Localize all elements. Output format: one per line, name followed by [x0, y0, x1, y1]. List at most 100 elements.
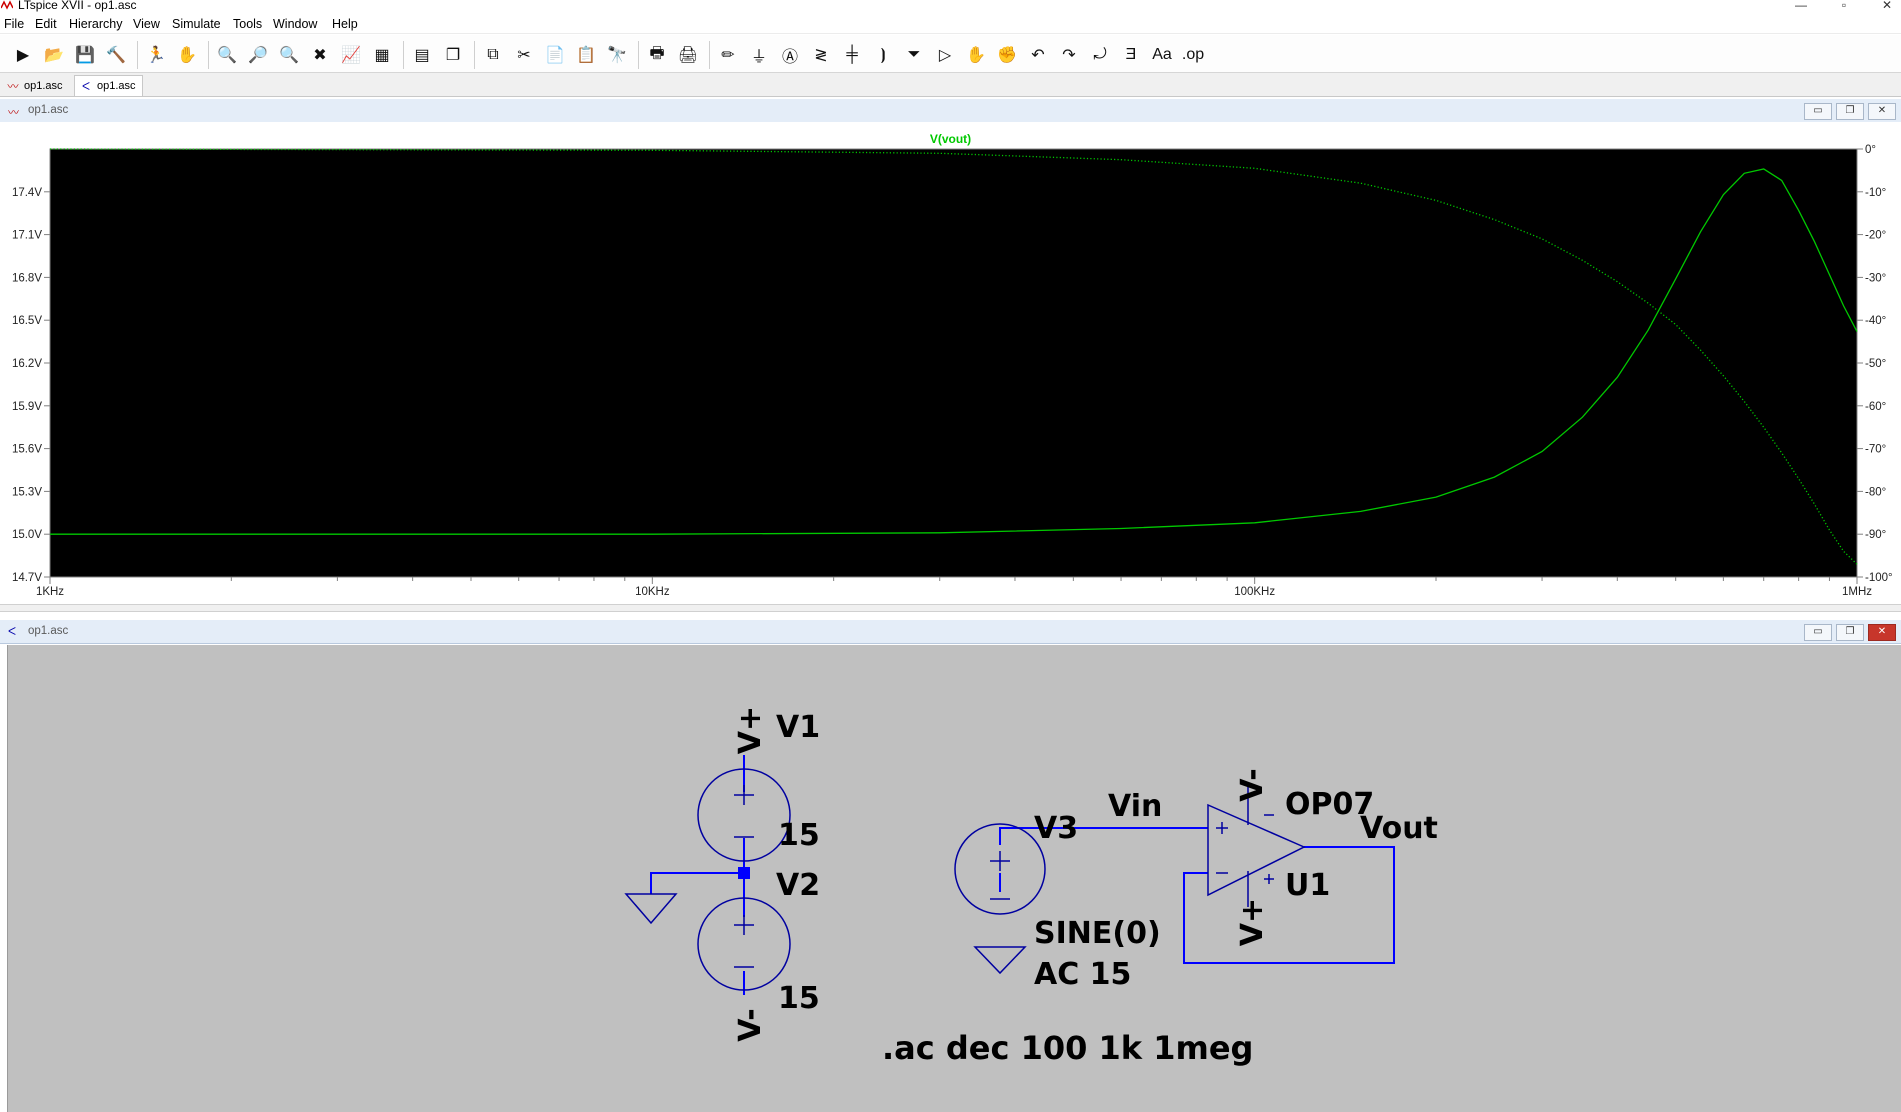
label-net-icon[interactable]: Ⓐ: [777, 42, 803, 68]
tab-schematic[interactable]: ᐸ op1.asc: [74, 75, 143, 96]
ground-icon[interactable]: [624, 893, 678, 925]
schematic-close-button[interactable]: ✕: [1868, 624, 1896, 641]
pane-splitter[interactable]: [0, 604, 1901, 612]
toolbar-separator: [474, 41, 475, 69]
opamp-vminus-label: V-: [1235, 768, 1270, 802]
cut-icon[interactable]: ✂: [511, 42, 537, 68]
y2-tick-label: -20°: [1865, 230, 1886, 242]
zoom-out-icon[interactable]: 🔍: [276, 42, 302, 68]
spice-directive-icon[interactable]: .op: [1180, 42, 1206, 68]
manual-limits-icon[interactable]: ▦: [369, 42, 395, 68]
menu-view[interactable]: View: [133, 17, 160, 31]
spice-directive-text[interactable]: .ac dec 100 1k 1meg: [882, 1029, 1253, 1067]
cascade-icon[interactable]: ❐: [440, 42, 466, 68]
v1-value-label: 15: [778, 818, 820, 853]
text-icon[interactable]: Aa: [1149, 42, 1175, 68]
zoom-in-icon[interactable]: 🔍: [214, 42, 240, 68]
undo-icon[interactable]: ↶: [1025, 42, 1051, 68]
schematic-canvas[interactable]: V+ V1 15 V2 15 V- V3 SINE(0) AC 15 Vin O…: [7, 645, 1901, 1112]
copy-icon[interactable]: 📄: [542, 42, 568, 68]
move-icon[interactable]: ✋: [963, 42, 989, 68]
menu-window[interactable]: Window: [273, 17, 317, 31]
halt-icon[interactable]: 🏃: [143, 42, 169, 68]
v1-plus-label: V+: [733, 706, 768, 754]
wire[interactable]: [650, 872, 744, 894]
menu-help[interactable]: Help: [332, 17, 358, 31]
rotate-icon[interactable]: ⤾: [1087, 42, 1113, 68]
y2-tick-label: -100°: [1865, 572, 1893, 584]
control-panel-icon[interactable]: 🔨: [103, 42, 129, 68]
toolbar-separator: [208, 41, 209, 69]
schematic-drawing[interactable]: V+ V1 15 V2 15 V- V3 SINE(0) AC 15 Vin O…: [8, 645, 1901, 1112]
pan-icon[interactable]: ✋: [174, 42, 200, 68]
menu-hierarchy[interactable]: Hierarchy: [69, 17, 123, 31]
wire[interactable]: [1183, 846, 1395, 964]
wire-icon[interactable]: ✏: [715, 42, 741, 68]
plot-restore-button[interactable]: ❐: [1836, 103, 1864, 120]
tab-waveform[interactable]: 〰 op1.asc: [2, 75, 69, 96]
trace-title[interactable]: V(vout): [930, 132, 971, 146]
close-all-icon[interactable]: ⧉: [480, 42, 506, 68]
y2-tick-label: -10°: [1865, 187, 1886, 199]
menu-bar: File Edit Hierarchy View Simulate Tools …: [0, 14, 1901, 34]
plot-area[interactable]: [50, 149, 1857, 577]
diode-icon[interactable]: ⏷: [901, 42, 927, 68]
y2-tick-label: -60°: [1865, 401, 1886, 413]
capacitor-icon[interactable]: ╪: [839, 42, 865, 68]
ltspice-app-icon: [1, 0, 13, 10]
tab-label: op1.asc: [97, 80, 136, 92]
minimize-icon[interactable]: —: [1790, 0, 1812, 12]
x-tick-label: 10KHz: [635, 586, 670, 598]
schematic-minimize-button[interactable]: ▭: [1804, 624, 1832, 641]
component-icon[interactable]: ▷: [932, 42, 958, 68]
close-icon[interactable]: ✕: [1876, 0, 1898, 12]
autorange-icon[interactable]: 📈: [338, 42, 364, 68]
find-icon[interactable]: 🔭: [604, 42, 630, 68]
menu-file[interactable]: File: [4, 17, 24, 31]
v2-minus-label: V-: [733, 1008, 768, 1042]
plot-window-titlebar: 〰 op1.asc ▭ ❐ ✕: [0, 99, 1901, 123]
schematic-restore-button[interactable]: ❐: [1836, 624, 1864, 641]
y2-tick-label: -80°: [1865, 486, 1886, 498]
open-icon[interactable]: 📂: [41, 42, 67, 68]
y-tick-label: 17.1V: [12, 230, 42, 242]
opamp-name-label: U1: [1285, 868, 1330, 903]
run-icon[interactable]: ▶: [10, 42, 36, 68]
tile-icon[interactable]: ▤: [409, 42, 435, 68]
inductor-icon[interactable]: ⦘: [870, 42, 896, 68]
y2-tick-label: -70°: [1865, 444, 1886, 456]
plot-minimize-button[interactable]: ▭: [1804, 103, 1832, 120]
schematic-window-title: op1.asc: [28, 625, 69, 637]
waveform-plot-pane[interactable]: V(vout) 17.4V 17.1V 16.8V 16.5V 16.2V 15.9V 15.…: [0, 122, 1901, 604]
menu-simulate[interactable]: Simulate: [172, 17, 221, 31]
ground-icon[interactable]: [973, 946, 1027, 975]
mirror-icon[interactable]: Ǝ: [1118, 42, 1144, 68]
schematic-window-titlebar: ᐸ op1.asc ▭ ❐ ✕: [0, 620, 1901, 644]
window-titlebar: LTspice XVII - op1.asc — ▫ ✕: [0, 0, 1901, 14]
schematic-icon: ᐸ: [81, 80, 91, 93]
print-icon[interactable]: 🖨: [675, 42, 701, 68]
resistor-icon[interactable]: ≷: [808, 42, 834, 68]
v2-name-label: V2: [776, 868, 820, 903]
zoom-cancel-icon[interactable]: ✖: [307, 42, 333, 68]
vin-net-label: Vin: [1108, 789, 1162, 824]
v1-name-label: V1: [776, 710, 820, 745]
zoom-full-icon[interactable]: 🔎: [245, 42, 271, 68]
menu-edit[interactable]: Edit: [35, 17, 57, 31]
maximize-icon[interactable]: ▫: [1833, 0, 1855, 12]
plot-close-button[interactable]: ✕: [1868, 103, 1896, 120]
y-tick-label: 15.3V: [12, 486, 42, 498]
waveform-chart[interactable]: V(vout) 17.4V 17.1V 16.8V 16.5V 16.2V 15.9V 15.…: [0, 122, 1901, 604]
y-tick-label: 15.0V: [12, 529, 42, 541]
print-setup-icon[interactable]: 🖶: [644, 42, 670, 68]
drag-icon[interactable]: ✊: [994, 42, 1020, 68]
redo-icon[interactable]: ↷: [1056, 42, 1082, 68]
x-tick-label: 1KHz: [36, 586, 64, 598]
y2-tick-label: -90°: [1865, 529, 1886, 541]
save-icon[interactable]: 💾: [72, 42, 98, 68]
v3-value-label-2: AC 15: [1034, 957, 1131, 992]
paste-icon[interactable]: 📋: [573, 42, 599, 68]
y2-tick-label: -50°: [1865, 358, 1886, 370]
menu-tools[interactable]: Tools: [233, 17, 262, 31]
ground-icon[interactable]: ⏚: [746, 42, 772, 68]
